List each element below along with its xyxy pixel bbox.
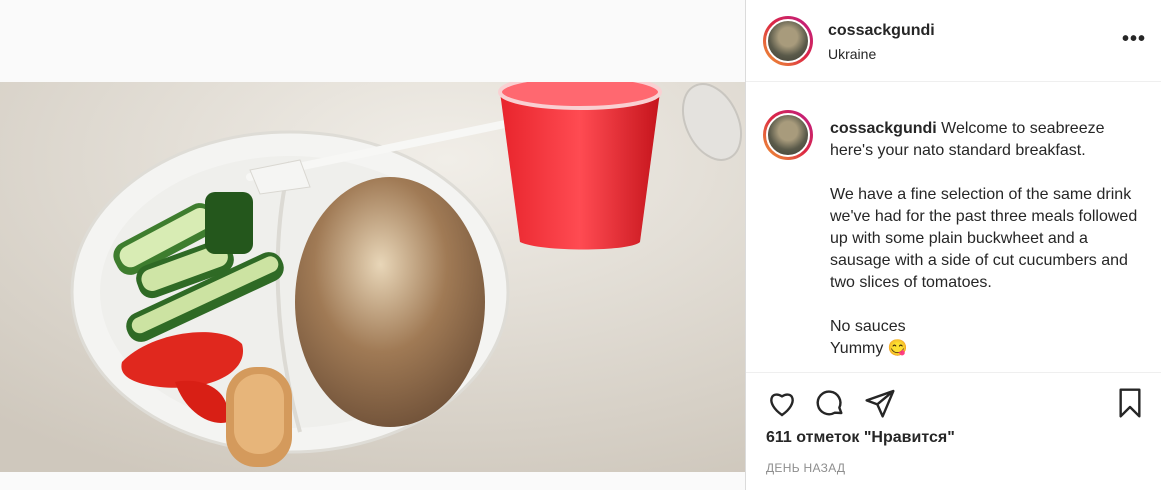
avatar[interactable]	[766, 19, 810, 63]
media-panel	[0, 0, 745, 490]
comment-icon[interactable]	[814, 387, 846, 419]
instagram-post-window: cossackgundi Ukraine ••• cossackgundi We…	[0, 0, 1161, 490]
post-photo[interactable]	[0, 82, 745, 472]
location-link[interactable]: Ukraine	[828, 46, 876, 62]
action-bar: 611 отметок "Нравится" ДЕНЬ НАЗАД	[746, 372, 1161, 490]
caption-avatar[interactable]	[766, 113, 810, 157]
caption-body: Welcome to seabreeze here's your nato st…	[830, 120, 1138, 357]
header-avatar-ring[interactable]	[763, 16, 813, 66]
bookmark-icon[interactable]	[1114, 387, 1146, 419]
header-username[interactable]: cossackgundi	[828, 22, 935, 40]
send-icon[interactable]	[864, 387, 896, 419]
heart-icon[interactable]	[766, 387, 798, 419]
more-options-icon[interactable]: •••	[1122, 28, 1146, 51]
food-photo-illustration	[0, 82, 745, 472]
likes-count[interactable]: 611 отметок "Нравится"	[766, 429, 955, 447]
caption-avatar-ring[interactable]	[763, 110, 813, 160]
post-date[interactable]: ДЕНЬ НАЗАД	[766, 461, 845, 475]
post-sidebar: cossackgundi Ukraine ••• cossackgundi We…	[745, 0, 1161, 490]
caption-username[interactable]: cossackgundi	[830, 120, 937, 137]
caption-scroll-area[interactable]: cossackgundi Welcome to seabreeze here's…	[746, 82, 1161, 372]
post-header: cossackgundi Ukraine •••	[746, 0, 1161, 82]
caption-text: cossackgundi Welcome to seabreeze here's…	[830, 118, 1140, 360]
